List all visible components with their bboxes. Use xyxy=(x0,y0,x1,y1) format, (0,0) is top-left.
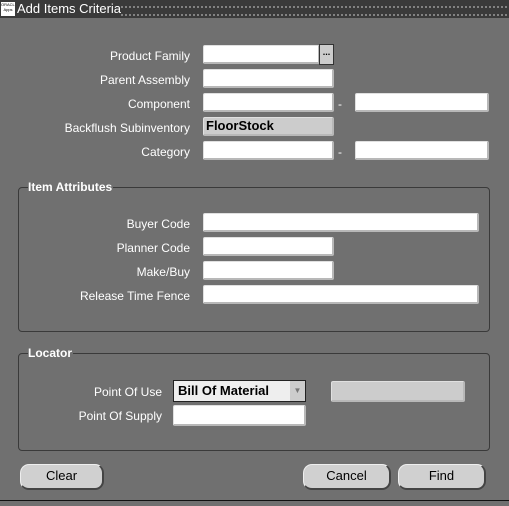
buyer-code-label: Buyer Code xyxy=(126,217,190,231)
component-separator: - xyxy=(338,97,342,111)
find-button[interactable]: Find xyxy=(398,464,486,490)
item-attributes-group xyxy=(18,187,490,332)
planner-code-field[interactable] xyxy=(203,237,334,256)
make-buy-label: Make/Buy xyxy=(136,265,190,279)
point-of-use-extra-field xyxy=(331,381,465,402)
buyer-code-field[interactable] xyxy=(203,213,479,232)
oracle-icon: ORACLEApps xyxy=(1,2,15,16)
product-family-label: Product Family xyxy=(109,49,190,63)
component-label: Component xyxy=(127,97,190,111)
point-of-use-select[interactable]: Bill Of Material ▼ xyxy=(173,380,306,402)
planner-code-label: Planner Code xyxy=(116,241,190,255)
parent-assembly-field[interactable] xyxy=(203,69,334,88)
locator-title: Locator xyxy=(28,346,74,360)
product-family-field[interactable] xyxy=(203,45,320,64)
make-buy-field[interactable] xyxy=(203,261,334,280)
point-of-supply-label: Point Of Supply xyxy=(78,409,162,423)
release-time-fence-label: Release Time Fence xyxy=(79,289,190,303)
category-to-field[interactable] xyxy=(355,141,489,160)
locator-group xyxy=(18,353,490,451)
backflush-subinventory-field: FloorStock xyxy=(203,117,334,136)
parent-assembly-label: Parent Assembly xyxy=(99,73,190,87)
release-time-fence-field[interactable] xyxy=(203,285,479,304)
component-to-field[interactable] xyxy=(355,93,489,112)
cancel-button[interactable]: Cancel xyxy=(303,464,391,490)
clear-button[interactable]: Clear xyxy=(20,464,104,490)
item-attributes-title: Item Attributes xyxy=(28,180,114,194)
chevron-down-icon[interactable]: ▼ xyxy=(290,381,305,401)
backflush-subinventory-label: Backflush Subinventory xyxy=(64,121,190,135)
category-label: Category xyxy=(141,145,190,159)
title-bar[interactable]: ORACLEApps Add Items Criteria xyxy=(0,0,509,18)
point-of-use-label: Point Of Use xyxy=(93,385,162,399)
window-title: Add Items Criteria xyxy=(17,1,122,16)
component-from-field[interactable] xyxy=(203,93,334,112)
point-of-supply-field[interactable] xyxy=(173,405,306,426)
category-separator: - xyxy=(338,145,342,159)
point-of-use-value: Bill Of Material xyxy=(178,383,270,398)
category-from-field[interactable] xyxy=(203,141,334,160)
bottom-divider xyxy=(0,500,509,501)
product-family-lov-button[interactable]: ... xyxy=(319,44,334,65)
